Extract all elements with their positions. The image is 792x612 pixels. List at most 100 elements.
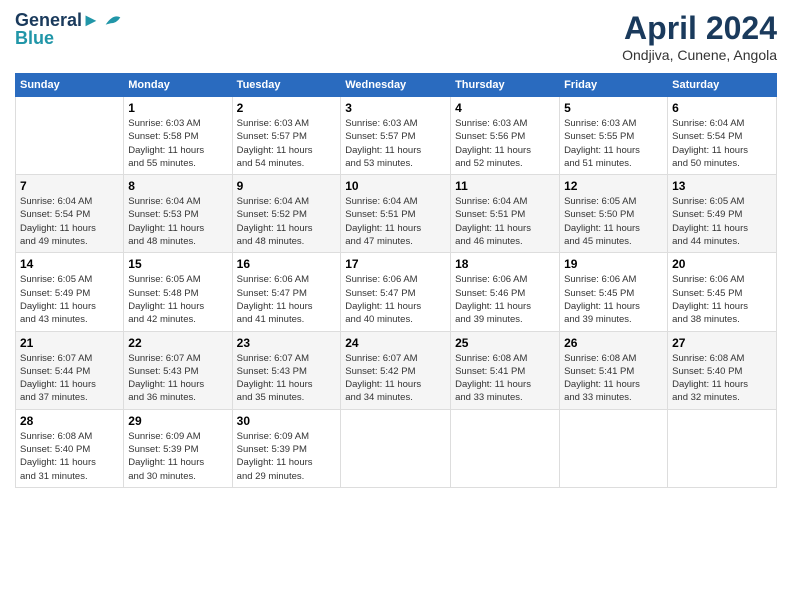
calendar-cell: 30 Sunrise: 6:09 AMSunset: 5:39 PMDayligh…	[232, 409, 341, 487]
day-number: 8	[128, 179, 227, 193]
day-number: 14	[20, 257, 119, 271]
header-sunday: Sunday	[16, 74, 124, 97]
day-number: 3	[345, 101, 446, 115]
day-info: Sunrise: 6:05 AMSunset: 5:49 PMDaylight:…	[20, 273, 119, 326]
calendar-cell: 22Sunrise: 6:07 AMSunset: 5:43 PMDayligh…	[124, 331, 232, 409]
header-thursday: Thursday	[451, 74, 560, 97]
main-container: General► Blue April 2024 Ondjiva, Cunene…	[0, 0, 792, 498]
calendar-cell: 24Sunrise: 6:07 AMSunset: 5:42 PMDayligh…	[341, 331, 451, 409]
day-info: Sunrise: 6:03 AMSunset: 5:57 PMDaylight:…	[345, 117, 446, 170]
calendar-cell: 21 Sunrise: 6:07 AMSunset: 5:44 PMDayligh…	[16, 331, 124, 409]
calendar-cell: 1 Sunrise: 6:03 AMSunset: 5:58 PMDaylight…	[124, 97, 232, 175]
day-info: Sunrise: 6:08 AMSunset: 5:41 PMDaylight:…	[455, 352, 555, 405]
calendar-cell: 7 Sunrise: 6:04 AMSunset: 5:54 PMDaylight…	[16, 175, 124, 253]
calendar-cell: 23 Sunrise: 6:07 AMSunset: 5:43 PMDayligh…	[232, 331, 341, 409]
location-subtitle: Ondjiva, Cunene, Angola	[622, 47, 777, 63]
day-info: Sunrise: 6:08 AMSunset: 5:40 PMDaylight:…	[672, 352, 772, 405]
calendar-cell: 28Sunrise: 6:08 AMSunset: 5:40 PMDayligh…	[16, 409, 124, 487]
calendar-cell: 18 Sunrise: 6:06 AMSunset: 5:46 PMDayligh…	[451, 253, 560, 331]
calendar-cell: 13 Sunrise: 6:05 AMSunset: 5:49 PMDayligh…	[668, 175, 777, 253]
day-number: 1	[128, 101, 227, 115]
day-info: Sunrise: 6:04 AMSunset: 5:54 PMDaylight:…	[20, 195, 119, 248]
header: General► Blue April 2024 Ondjiva, Cunene…	[15, 10, 777, 63]
calendar-cell	[341, 409, 451, 487]
day-number: 25	[455, 336, 555, 350]
day-number: 17	[345, 257, 446, 271]
calendar-cell: 11 Sunrise: 6:04 AMSunset: 5:51 PMDayligh…	[451, 175, 560, 253]
calendar-cell: 4Sunrise: 6:03 AMSunset: 5:56 PMDaylight…	[451, 97, 560, 175]
day-number: 20	[672, 257, 772, 271]
day-number: 27	[672, 336, 772, 350]
day-number: 16	[237, 257, 337, 271]
calendar-cell: 3 Sunrise: 6:03 AMSunset: 5:57 PMDaylight…	[341, 97, 451, 175]
day-info: Sunrise: 6:05 AMSunset: 5:48 PMDaylight:…	[128, 273, 227, 326]
day-number: 21	[20, 336, 119, 350]
calendar-cell	[560, 409, 668, 487]
day-info: Sunrise: 6:08 AMSunset: 5:40 PMDaylight:…	[20, 430, 119, 483]
day-number: 2	[237, 101, 337, 115]
day-number: 13	[672, 179, 772, 193]
calendar-row-4: 21 Sunrise: 6:07 AMSunset: 5:44 PMDayligh…	[16, 331, 777, 409]
calendar-cell: 16 Sunrise: 6:06 AMSunset: 5:47 PMDayligh…	[232, 253, 341, 331]
header-wednesday: Wednesday	[341, 74, 451, 97]
day-info: Sunrise: 6:04 AMSunset: 5:52 PMDaylight:…	[237, 195, 337, 248]
calendar-cell	[668, 409, 777, 487]
header-saturday: Saturday	[668, 74, 777, 97]
day-number: 10	[345, 179, 446, 193]
day-info: Sunrise: 6:07 AMSunset: 5:43 PMDaylight:…	[128, 352, 227, 405]
day-number: 11	[455, 179, 555, 193]
calendar-cell: 25 Sunrise: 6:08 AMSunset: 5:41 PMDayligh…	[451, 331, 560, 409]
calendar-row-5: 28Sunrise: 6:08 AMSunset: 5:40 PMDayligh…	[16, 409, 777, 487]
calendar-row-3: 14 Sunrise: 6:05 AMSunset: 5:49 PMDayligh…	[16, 253, 777, 331]
calendar-table: Sunday Monday Tuesday Wednesday Thursday…	[15, 73, 777, 488]
day-info: Sunrise: 6:06 AMSunset: 5:45 PMDaylight:…	[564, 273, 663, 326]
calendar-cell: 14 Sunrise: 6:05 AMSunset: 5:49 PMDayligh…	[16, 253, 124, 331]
day-info: Sunrise: 6:06 AMSunset: 5:45 PMDaylight:…	[672, 273, 772, 326]
day-info: Sunrise: 6:04 AMSunset: 5:51 PMDaylight:…	[345, 195, 446, 248]
calendar-row-1: 1 Sunrise: 6:03 AMSunset: 5:58 PMDaylight…	[16, 97, 777, 175]
day-info: Sunrise: 6:08 AMSunset: 5:41 PMDaylight:…	[564, 352, 663, 405]
calendar-cell: 20 Sunrise: 6:06 AMSunset: 5:45 PMDayligh…	[668, 253, 777, 331]
calendar-cell: 8 Sunrise: 6:04 AMSunset: 5:53 PMDaylight…	[124, 175, 232, 253]
day-info: Sunrise: 6:06 AMSunset: 5:46 PMDaylight:…	[455, 273, 555, 326]
day-number: 18	[455, 257, 555, 271]
day-info: Sunrise: 6:07 AMSunset: 5:43 PMDaylight:…	[237, 352, 337, 405]
logo: General► Blue	[15, 10, 124, 49]
day-info: Sunrise: 6:05 AMSunset: 5:50 PMDaylight:…	[564, 195, 663, 248]
day-info: Sunrise: 6:09 AMSunset: 5:39 PMDaylight:…	[128, 430, 227, 483]
day-info: Sunrise: 6:05 AMSunset: 5:49 PMDaylight:…	[672, 195, 772, 248]
calendar-cell	[451, 409, 560, 487]
calendar-cell: 19Sunrise: 6:06 AMSunset: 5:45 PMDayligh…	[560, 253, 668, 331]
day-info: Sunrise: 6:09 AMSunset: 5:39 PMDaylight:…	[237, 430, 337, 483]
day-info: Sunrise: 6:04 AMSunset: 5:53 PMDaylight:…	[128, 195, 227, 248]
day-number: 9	[237, 179, 337, 193]
header-tuesday: Tuesday	[232, 74, 341, 97]
day-number: 30	[237, 414, 337, 428]
calendar-cell: 12 Sunrise: 6:05 AMSunset: 5:50 PMDayligh…	[560, 175, 668, 253]
calendar-cell: 17 Sunrise: 6:06 AMSunset: 5:47 PMDayligh…	[341, 253, 451, 331]
day-info: Sunrise: 6:03 AMSunset: 5:56 PMDaylight:…	[455, 117, 555, 170]
day-info: Sunrise: 6:07 AMSunset: 5:44 PMDaylight:…	[20, 352, 119, 405]
header-friday: Friday	[560, 74, 668, 97]
day-info: Sunrise: 6:04 AMSunset: 5:51 PMDaylight:…	[455, 195, 555, 248]
day-number: 6	[672, 101, 772, 115]
calendar-cell	[16, 97, 124, 175]
calendar-cell: 26 Sunrise: 6:08 AMSunset: 5:41 PMDayligh…	[560, 331, 668, 409]
day-info: Sunrise: 6:03 AMSunset: 5:58 PMDaylight:…	[128, 117, 227, 170]
header-monday: Monday	[124, 74, 232, 97]
calendar-cell: 27 Sunrise: 6:08 AMSunset: 5:40 PMDayligh…	[668, 331, 777, 409]
calendar-cell: 5 Sunrise: 6:03 AMSunset: 5:55 PMDaylight…	[560, 97, 668, 175]
day-number: 29	[128, 414, 227, 428]
day-number: 26	[564, 336, 663, 350]
day-number: 15	[128, 257, 227, 271]
day-number: 5	[564, 101, 663, 115]
day-number: 23	[237, 336, 337, 350]
day-info: Sunrise: 6:06 AMSunset: 5:47 PMDaylight:…	[345, 273, 446, 326]
day-number: 7	[20, 179, 119, 193]
logo-icon	[102, 10, 124, 32]
day-info: Sunrise: 6:03 AMSunset: 5:55 PMDaylight:…	[564, 117, 663, 170]
calendar-cell: 6Sunrise: 6:04 AMSunset: 5:54 PMDaylight…	[668, 97, 777, 175]
day-number: 12	[564, 179, 663, 193]
day-info: Sunrise: 6:06 AMSunset: 5:47 PMDaylight:…	[237, 273, 337, 326]
day-info: Sunrise: 6:03 AMSunset: 5:57 PMDaylight:…	[237, 117, 337, 170]
